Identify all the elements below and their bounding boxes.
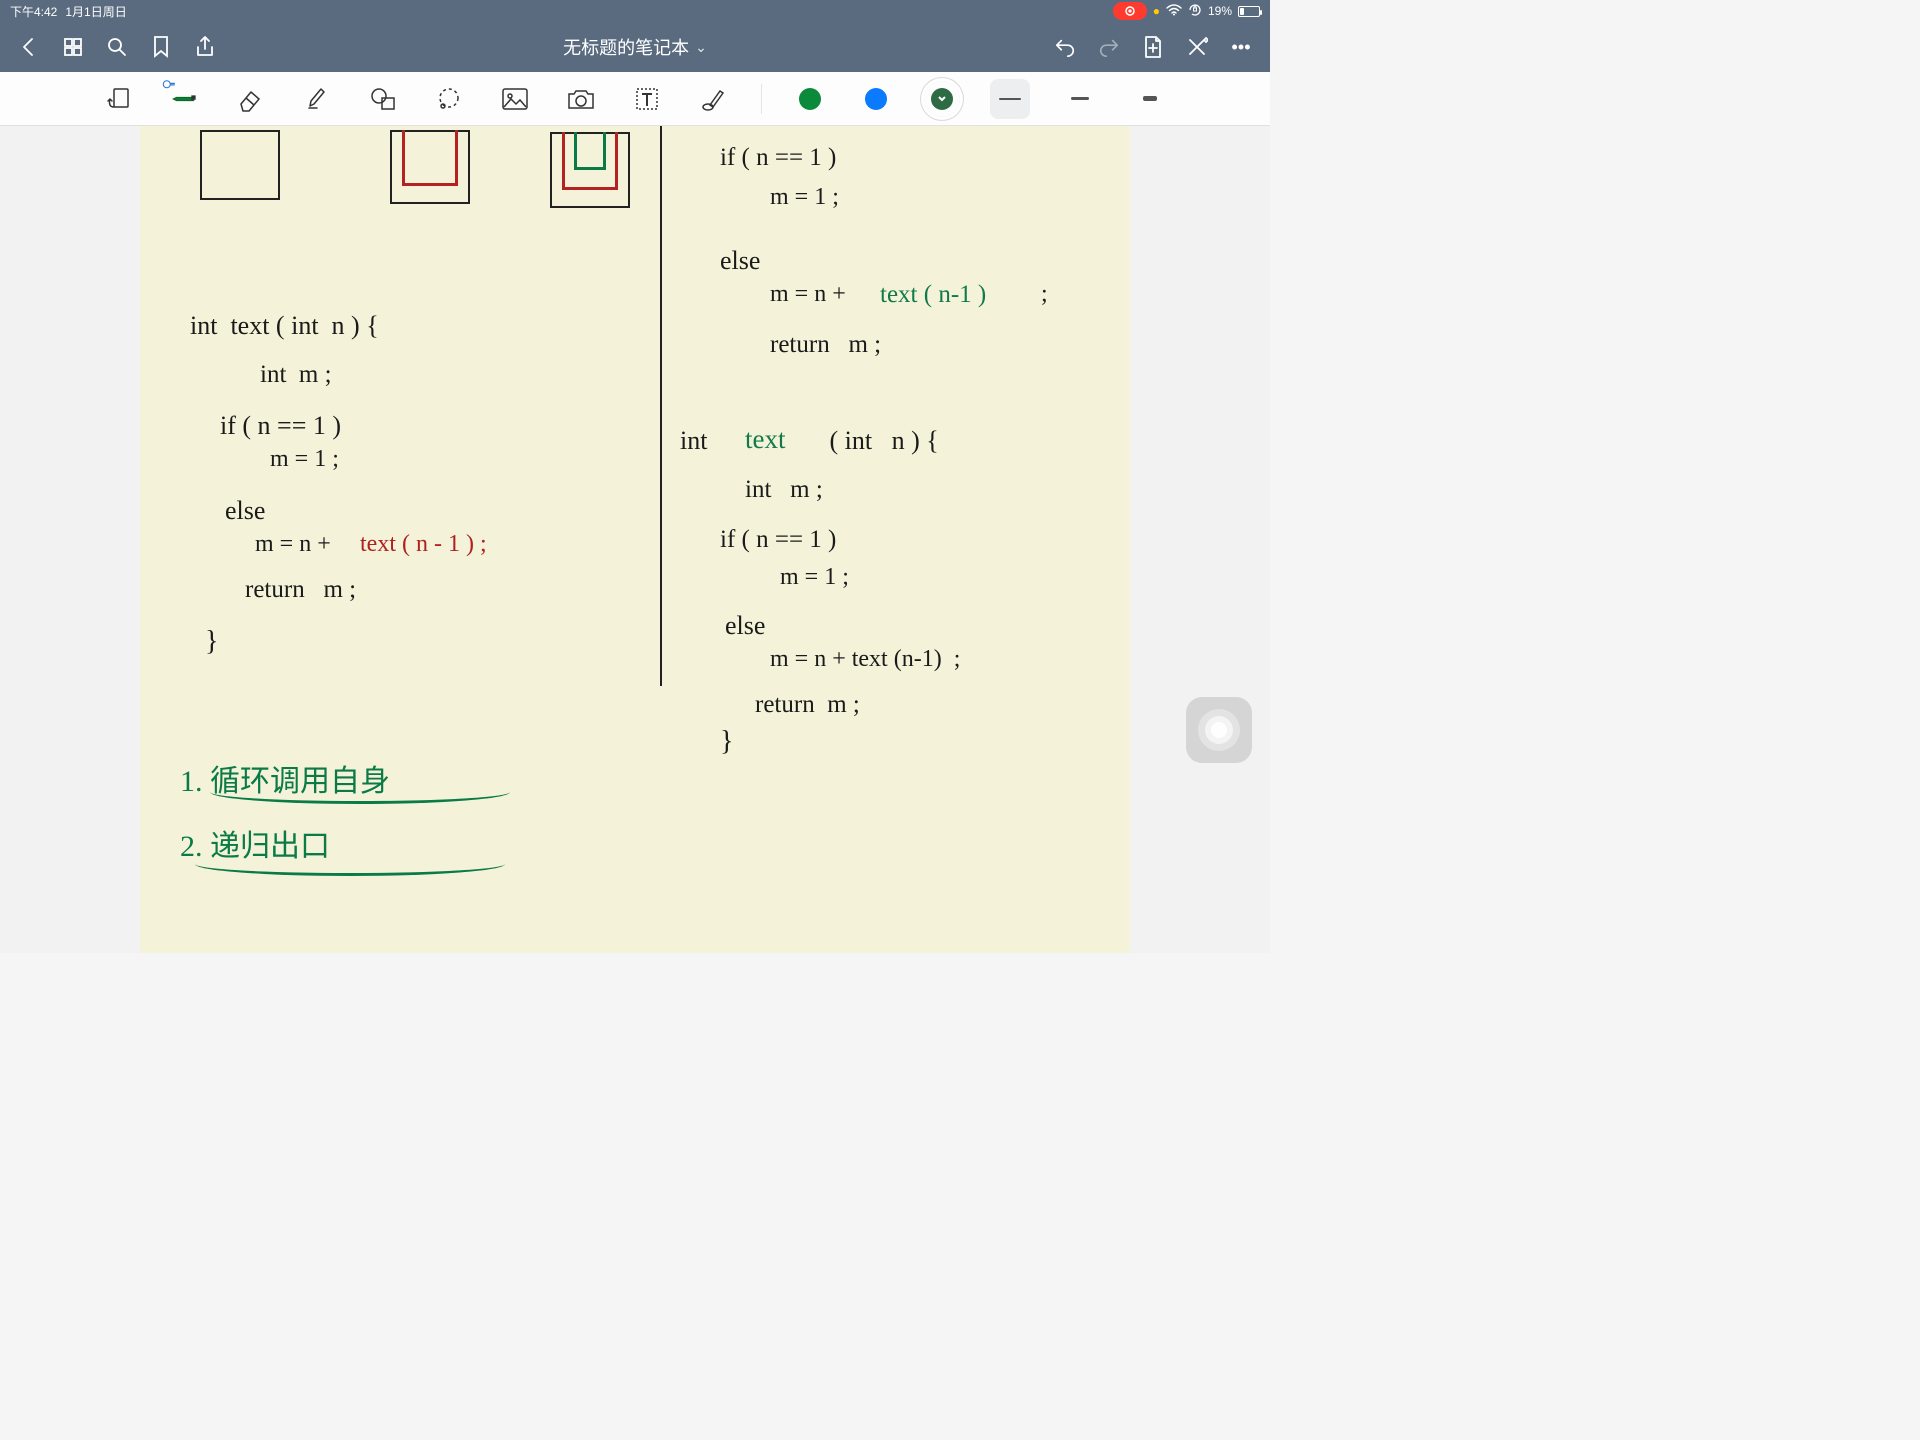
shape-tool[interactable] [365, 81, 401, 117]
add-page-button[interactable] [1142, 36, 1164, 58]
handwriting-text: if ( n == 1 ) [720, 144, 836, 172]
handwriting-text: text ( n - 1 ) ; [360, 531, 487, 558]
drawn-rectangle-red [402, 130, 458, 186]
status-date: 1月1日周日 [65, 3, 126, 20]
handwriting-text: } [205, 626, 218, 658]
nav-bar: 无标题的笔记本 ⌄ [0, 22, 1270, 72]
handwriting-text: else [725, 611, 765, 641]
handwriting-text: return m ; [755, 691, 860, 719]
battery-icon [1238, 6, 1260, 17]
redo-button[interactable] [1098, 36, 1120, 58]
drawn-vertical-line [660, 126, 662, 686]
notebook-title[interactable]: 无标题的笔记本 ⌄ [563, 34, 707, 60]
underline [210, 790, 510, 804]
laser-pointer-tool[interactable] [695, 81, 731, 117]
wifi-icon [1166, 4, 1182, 19]
share-button[interactable] [194, 36, 216, 58]
battery-pct: 19% [1208, 4, 1232, 18]
handwriting-text: if ( n == 1 ) [220, 411, 341, 441]
handwriting-text: m = 1 ; [270, 446, 339, 473]
text-tool[interactable] [629, 81, 665, 117]
canvas-area[interactable]: int text ( int n ) { int m ; if ( n == 1… [0, 126, 1270, 953]
handwriting-text: return m ; [770, 331, 881, 359]
orientation-lock-icon [1188, 3, 1202, 20]
underline [195, 862, 505, 876]
bookmark-button[interactable] [150, 36, 172, 58]
drawing-toolbar: ⧃ [0, 72, 1270, 126]
location-dot-icon: ● [1153, 4, 1160, 18]
highlighter-tool[interactable] [299, 81, 335, 117]
handwriting-text: else [225, 496, 265, 526]
stroke-medium[interactable] [1060, 79, 1100, 119]
lasso-tool[interactable] [431, 81, 467, 117]
handwriting-text: m = 1 ; [770, 184, 839, 211]
drawn-rectangle [200, 130, 280, 200]
handwriting-text: if ( n == 1 ) [720, 526, 836, 554]
handwriting-text: m = n + text (n-1) ; [770, 646, 960, 673]
color-blue[interactable] [858, 81, 894, 117]
status-time: 下午4:42 [10, 3, 57, 20]
handwriting-text: int [680, 426, 720, 456]
notebook-title-text: 无标题的笔记本 [563, 34, 689, 60]
undo-button[interactable] [1054, 36, 1076, 58]
handwriting-text: int m ; [745, 476, 823, 504]
toolbar-separator [761, 84, 762, 114]
handwriting-text: } [720, 726, 733, 758]
back-button[interactable] [18, 36, 40, 58]
assistive-touch-button[interactable] [1186, 697, 1252, 763]
camera-tool[interactable] [563, 81, 599, 117]
handwriting-text: m = n + [770, 281, 852, 308]
grid-view-button[interactable] [62, 36, 84, 58]
handwriting-text: int m ; [260, 361, 332, 389]
screen-record-indicator[interactable] [1113, 2, 1147, 20]
handwriting-note: 2. 递归出口 [180, 821, 330, 865]
doc-convert-tool[interactable] [101, 81, 137, 117]
close-draw-button[interactable] [1186, 36, 1208, 58]
note-page[interactable]: int text ( int n ) { int m ; if ( n == 1… [140, 126, 1130, 953]
stroke-thick[interactable] [1130, 79, 1170, 119]
drawn-rectangle-green [574, 132, 606, 170]
image-tool[interactable] [497, 81, 533, 117]
pen-tool[interactable]: ⧃ [167, 81, 203, 117]
title-dropdown-icon: ⌄ [695, 39, 707, 56]
more-button[interactable] [1230, 36, 1252, 58]
status-bar: 下午4:42 1月1日周日 ● 19% [0, 0, 1270, 22]
handwriting-text: m = n + [255, 531, 337, 558]
stroke-thin[interactable] [990, 79, 1030, 119]
handwriting-text: m = 1 ; [780, 564, 849, 591]
search-button[interactable] [106, 36, 128, 58]
color-green[interactable] [792, 81, 828, 117]
handwriting-text: ( int n ) { [810, 426, 939, 456]
handwriting-text: text ( n-1 ) [880, 281, 986, 309]
eraser-tool[interactable] [233, 81, 269, 117]
handwriting-text: text [745, 424, 786, 455]
handwriting-text: int text ( int n ) { [190, 311, 379, 341]
handwriting-text: ; [1035, 281, 1048, 308]
handwriting-text: else [720, 246, 760, 276]
color-picker-dropdown[interactable] [924, 81, 960, 117]
handwriting-text: return m ; [245, 576, 356, 604]
